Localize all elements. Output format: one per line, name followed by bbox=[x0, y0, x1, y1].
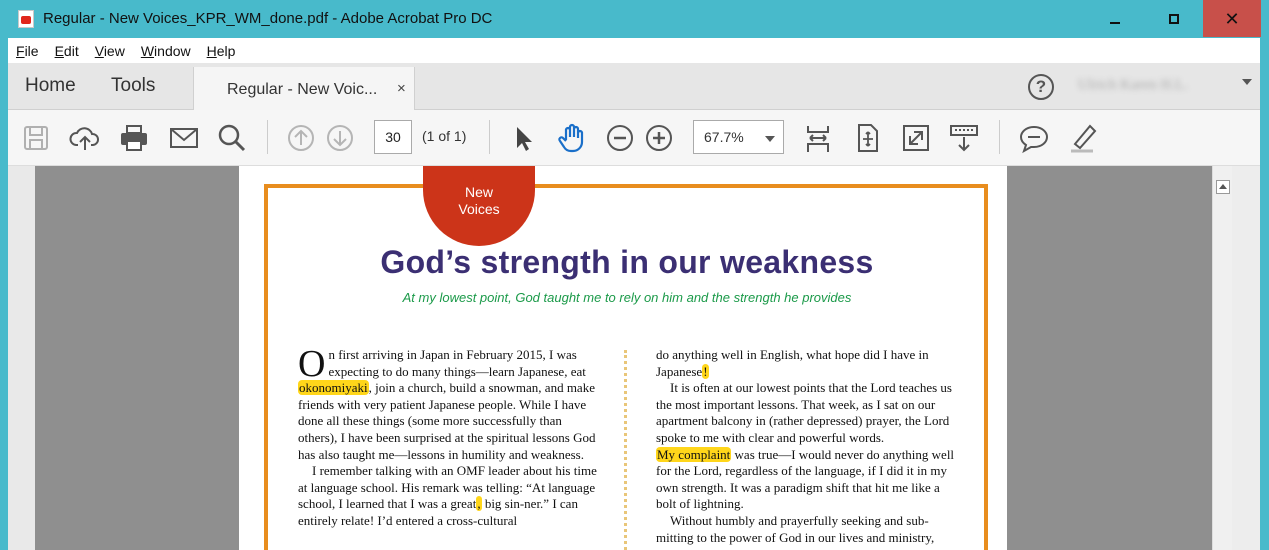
minimize-icon bbox=[1109, 21, 1120, 24]
select-cursor-icon[interactable] bbox=[508, 122, 540, 154]
scroll-up-icon[interactable] bbox=[1216, 180, 1230, 194]
close-icon: ✕ bbox=[1224, 8, 1240, 29]
text-run: do anything well in English, what hope d… bbox=[656, 347, 929, 379]
close-tab-icon[interactable]: × bbox=[397, 80, 406, 97]
zoom-select[interactable]: 67.7% bbox=[693, 120, 784, 154]
hand-tool-icon[interactable] bbox=[556, 122, 588, 154]
paragraph: I remember talking with an OMF leader ab… bbox=[298, 463, 598, 529]
text-run: n first arriving in Japan in February 20… bbox=[328, 347, 586, 379]
article-headline: God’s strength in our weakness bbox=[380, 244, 874, 280]
left-column: On first arriving in Japan in February 2… bbox=[298, 343, 598, 530]
paragraph: do anything well in English, what hope d… bbox=[656, 347, 956, 380]
right-column: do anything well in English, what hope d… bbox=[656, 347, 956, 546]
tab-document[interactable]: Regular - New Voic... × bbox=[193, 67, 415, 111]
maximize-icon bbox=[1168, 13, 1179, 24]
highlight-annotation[interactable]: okonomiyaki bbox=[298, 380, 369, 396]
page-number-input[interactable] bbox=[374, 120, 412, 154]
new-voices-badge: New Voices bbox=[423, 166, 535, 246]
next-page-icon[interactable] bbox=[324, 122, 356, 154]
toolbar-divider bbox=[999, 120, 1000, 154]
highlight-pen-icon[interactable] bbox=[1067, 122, 1099, 154]
document-tab-label: Regular - New Voic... bbox=[227, 81, 378, 98]
search-icon[interactable] bbox=[216, 122, 248, 154]
menu-bar: File Edit View Window Help bbox=[8, 38, 1260, 63]
zoom-out-icon[interactable] bbox=[604, 122, 636, 154]
user-account-name[interactable]: Ulrich Karen H.L. bbox=[1078, 77, 1188, 94]
drop-cap: O bbox=[298, 343, 326, 385]
right-pane-edge bbox=[1232, 166, 1260, 550]
zoom-in-icon[interactable] bbox=[643, 122, 675, 154]
close-window-button[interactable]: ✕ bbox=[1203, 0, 1261, 37]
menu-view[interactable]: View bbox=[95, 43, 125, 59]
zoom-value: 67.7% bbox=[704, 129, 744, 145]
menu-edit[interactable]: Edit bbox=[55, 43, 79, 59]
article-subhead: At my lowest point, God taught me to rel… bbox=[402, 290, 852, 305]
pdf-page[interactable]: New Voices God’s strength in our weaknes… bbox=[239, 166, 1007, 550]
save-icon[interactable] bbox=[20, 122, 52, 154]
window-title: Regular - New Voices_KPR_WM_done.pdf - A… bbox=[43, 10, 493, 27]
badge-line-2: Voices bbox=[458, 201, 500, 217]
tab-strip: Home Tools Regular - New Voic... × ? Ulr… bbox=[8, 63, 1260, 111]
toolbar: (1 of 1) 67.7% bbox=[8, 110, 1260, 166]
help-icon[interactable]: ? bbox=[1028, 74, 1054, 100]
highlight-annotation[interactable]: My complaint bbox=[656, 446, 732, 462]
pdf-file-icon bbox=[18, 10, 34, 28]
chevron-down-icon bbox=[765, 136, 775, 142]
previous-page-icon[interactable] bbox=[285, 122, 317, 154]
print-icon[interactable] bbox=[118, 122, 150, 154]
comment-icon[interactable] bbox=[1018, 122, 1050, 154]
paragraph: Without humbly and prayerfully seeking a… bbox=[656, 512, 935, 545]
document-viewport[interactable]: New Voices God’s strength in our weaknes… bbox=[8, 166, 1260, 550]
paragraph: It is often at our lowest points that th… bbox=[656, 380, 952, 445]
chevron-down-icon[interactable] bbox=[1242, 79, 1252, 85]
maximize-button[interactable] bbox=[1144, 0, 1203, 37]
paragraph: On first arriving in Japan in February 2… bbox=[298, 343, 598, 463]
menu-window[interactable]: Window bbox=[141, 43, 191, 59]
column-divider bbox=[624, 350, 627, 550]
page-count: (1 of 1) bbox=[422, 128, 467, 144]
badge-line-1: New bbox=[464, 184, 493, 200]
menu-file[interactable]: File bbox=[16, 43, 39, 59]
fit-width-icon[interactable] bbox=[802, 122, 834, 154]
email-icon[interactable] bbox=[168, 122, 200, 154]
acrobat-window: Regular - New Voices_KPR_WM_done.pdf - A… bbox=[0, 0, 1269, 550]
vertical-scrollbar[interactable] bbox=[1212, 166, 1232, 550]
fit-page-icon[interactable] bbox=[851, 122, 883, 154]
minimize-button[interactable] bbox=[1085, 0, 1144, 37]
paragraph: My complaint was true—I would never do a… bbox=[656, 446, 956, 513]
menu-help[interactable]: Help bbox=[207, 43, 236, 59]
full-screen-icon[interactable] bbox=[900, 122, 932, 154]
cloud-upload-icon[interactable] bbox=[69, 122, 101, 154]
highlight-annotation[interactable]: ! bbox=[702, 363, 709, 379]
tab-tools[interactable]: Tools bbox=[111, 75, 155, 97]
tab-home[interactable]: Home bbox=[25, 75, 76, 97]
title-bar: Regular - New Voices_KPR_WM_done.pdf - A… bbox=[0, 0, 1269, 38]
read-mode-icon[interactable] bbox=[948, 122, 980, 154]
navigation-pane-edge bbox=[8, 166, 35, 550]
toolbar-divider bbox=[267, 120, 268, 154]
toolbar-divider bbox=[489, 120, 490, 154]
